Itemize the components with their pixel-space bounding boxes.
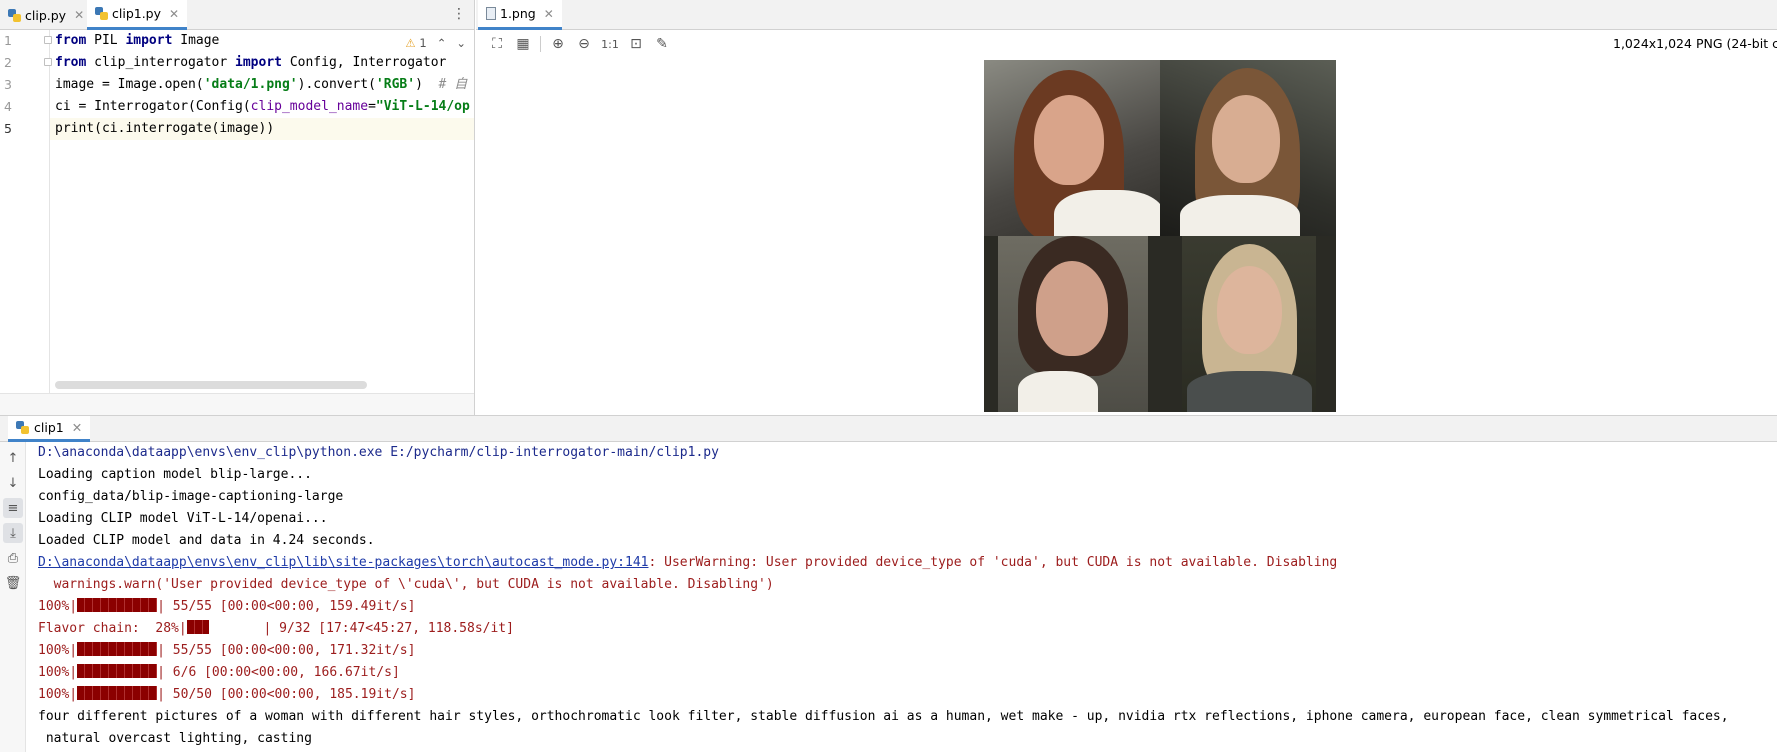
console-warning-line: warnings.warn('User provided device_type… — [38, 577, 774, 592]
portrait-3 — [998, 236, 1148, 412]
line-number: 5 — [4, 121, 12, 136]
portrait-4 — [1182, 236, 1316, 412]
code-line-1: from PIL import Image — [55, 33, 220, 48]
portrait-2 — [1160, 60, 1336, 236]
arrow-up-icon[interactable]: ↑ — [3, 448, 23, 468]
scroll-to-end-icon[interactable]: ⤓ — [3, 523, 23, 543]
code-line-3: image = Image.open('data/1.png').convert… — [55, 77, 468, 92]
progress-bar — [77, 642, 158, 656]
image-preview — [984, 60, 1336, 412]
progress-bar — [77, 664, 158, 678]
warning-icon: ⚠ — [405, 36, 416, 50]
viewer-tab-bar: 1.png ✕ — [476, 0, 1777, 30]
fit-screen-icon[interactable]: ⛶ — [484, 33, 510, 55]
console-line: Loading caption model blip-large... — [38, 467, 312, 482]
result-line: four different pictures of a woman with … — [38, 709, 1729, 724]
editor-bottom-strip — [0, 393, 474, 415]
progress-bar — [77, 686, 158, 700]
close-icon[interactable]: ✕ — [544, 7, 554, 21]
close-icon[interactable]: ✕ — [72, 420, 82, 435]
result-line: natural overcast lighting, casting — [38, 731, 312, 746]
top-area: clip.py ✕ clip1.py ✕ ⋮ 1 2 3 4 5 from PI… — [0, 0, 1777, 415]
image-file-icon — [486, 7, 496, 20]
progress-line: 100%| | 55/55 [00:00<00:00, 171.32it/s] — [38, 642, 416, 658]
code-line-2: from clip_interrogator import Config, In… — [55, 55, 447, 70]
line-number: 3 — [4, 77, 12, 92]
close-icon[interactable]: ✕ — [74, 8, 84, 22]
portrait-1 — [984, 60, 1160, 236]
run-toolbar: ↑ ↓ ≡ ⤓ ⎙ 🗑 — [0, 442, 26, 752]
run-tab-bar: clip1 ✕ — [0, 416, 1777, 442]
tab-clip1-py[interactable]: clip1.py ✕ — [87, 0, 188, 30]
tab-run-clip1[interactable]: clip1 ✕ — [8, 416, 91, 442]
horizontal-scrollbar[interactable] — [55, 381, 367, 389]
soft-wrap-icon[interactable]: ≡ — [3, 498, 23, 518]
color-picker-icon[interactable]: ✎ — [649, 33, 675, 55]
arrow-down-icon[interactable]: ↓ — [3, 473, 23, 493]
progress-line: Flavor chain: 28%| | 9/32 [17:47<45:27, … — [38, 620, 514, 636]
python-file-icon — [95, 7, 108, 20]
console-line: Loading CLIP model ViT-L-14/openai... — [38, 511, 328, 526]
console-line: config_data/blip-image-captioning-large — [38, 489, 344, 504]
tab-label: clip.py — [25, 7, 67, 23]
progress-line: 100%| | 50/50 [00:00<00:00, 185.19it/s] — [38, 686, 416, 702]
close-icon[interactable]: ✕ — [169, 7, 179, 21]
line-number: 2 — [4, 55, 12, 70]
tab-clip-py[interactable]: clip.py ✕ — [0, 0, 92, 30]
more-options-icon[interactable]: ⋮ — [452, 6, 466, 22]
line-number: 1 — [4, 33, 12, 48]
code-line-4: ci = Interrogator(Config(clip_model_name… — [55, 99, 470, 114]
code-area[interactable]: from PIL import Image from clip_interrog… — [50, 30, 474, 393]
console-warning-line: D:\anaconda\dataapp\envs\env_clip\lib\si… — [38, 555, 1338, 570]
inspection-widget[interactable]: ⚠ 1 ⌃ ⌄ — [405, 36, 466, 50]
fit-image-icon[interactable]: ⊡ — [623, 33, 649, 55]
tab-label: clip1 — [34, 420, 64, 435]
source-file-link[interactable]: D:\anaconda\dataapp\envs\env_clip\lib\si… — [38, 555, 648, 570]
chevron-up-icon[interactable]: ⌃ — [437, 36, 447, 50]
image-toolbar: ⛶ ▦ ⊕ ⊖ 1:1 ⊡ ✎ — [476, 30, 1777, 58]
progress-bar — [186, 620, 209, 634]
image-viewer: 1.png ✕ ⛶ ▦ ⊕ ⊖ 1:1 ⊡ ✎ 1,024x1,024 PNG … — [476, 0, 1777, 415]
code-editor: clip.py ✕ clip1.py ✕ ⋮ 1 2 3 4 5 from PI… — [0, 0, 475, 415]
line-number: 4 — [4, 99, 12, 114]
zoom-out-icon[interactable]: ⊖ — [571, 33, 597, 55]
image-info: 1,024x1,024 PNG (24-bit colo — [1613, 36, 1777, 51]
console-output[interactable]: D:\anaconda\dataapp\envs\env_clip\python… — [26, 442, 1777, 752]
tab-1-png[interactable]: 1.png ✕ — [478, 0, 562, 30]
progress-line: 100%| | 6/6 [00:00<00:00, 166.67it/s] — [38, 664, 400, 680]
run-panel: clip1 ✕ ↑ ↓ ≡ ⤓ ⎙ 🗑 D:\anaconda\dataapp\… — [0, 415, 1777, 752]
progress-line: 100%| | 55/55 [00:00<00:00, 159.49it/s] — [38, 598, 416, 614]
zoom-in-icon[interactable]: ⊕ — [545, 33, 571, 55]
python-file-icon — [16, 421, 29, 434]
python-file-icon — [8, 8, 21, 22]
warning-count: 1 — [419, 36, 427, 50]
editor-tab-bar: clip.py ✕ clip1.py ✕ ⋮ — [0, 0, 474, 30]
line-number-gutter: 1 2 3 4 5 — [0, 30, 52, 393]
divider — [540, 36, 541, 52]
actual-size-button[interactable]: 1:1 — [597, 33, 623, 55]
print-icon[interactable]: ⎙ — [3, 548, 23, 568]
code-line-5: print(ci.interrogate(image)) — [55, 121, 275, 136]
tab-label: 1.png — [500, 6, 536, 21]
trash-icon[interactable]: 🗑 — [3, 573, 23, 593]
console-command-line: D:\anaconda\dataapp\envs\env_clip\python… — [38, 445, 719, 460]
chevron-down-icon[interactable]: ⌄ — [456, 36, 466, 50]
progress-bar — [77, 598, 158, 612]
console-line: Loaded CLIP model and data in 4.24 secon… — [38, 533, 375, 548]
grid-icon[interactable]: ▦ — [510, 33, 536, 55]
tab-label: clip1.py — [112, 6, 162, 21]
